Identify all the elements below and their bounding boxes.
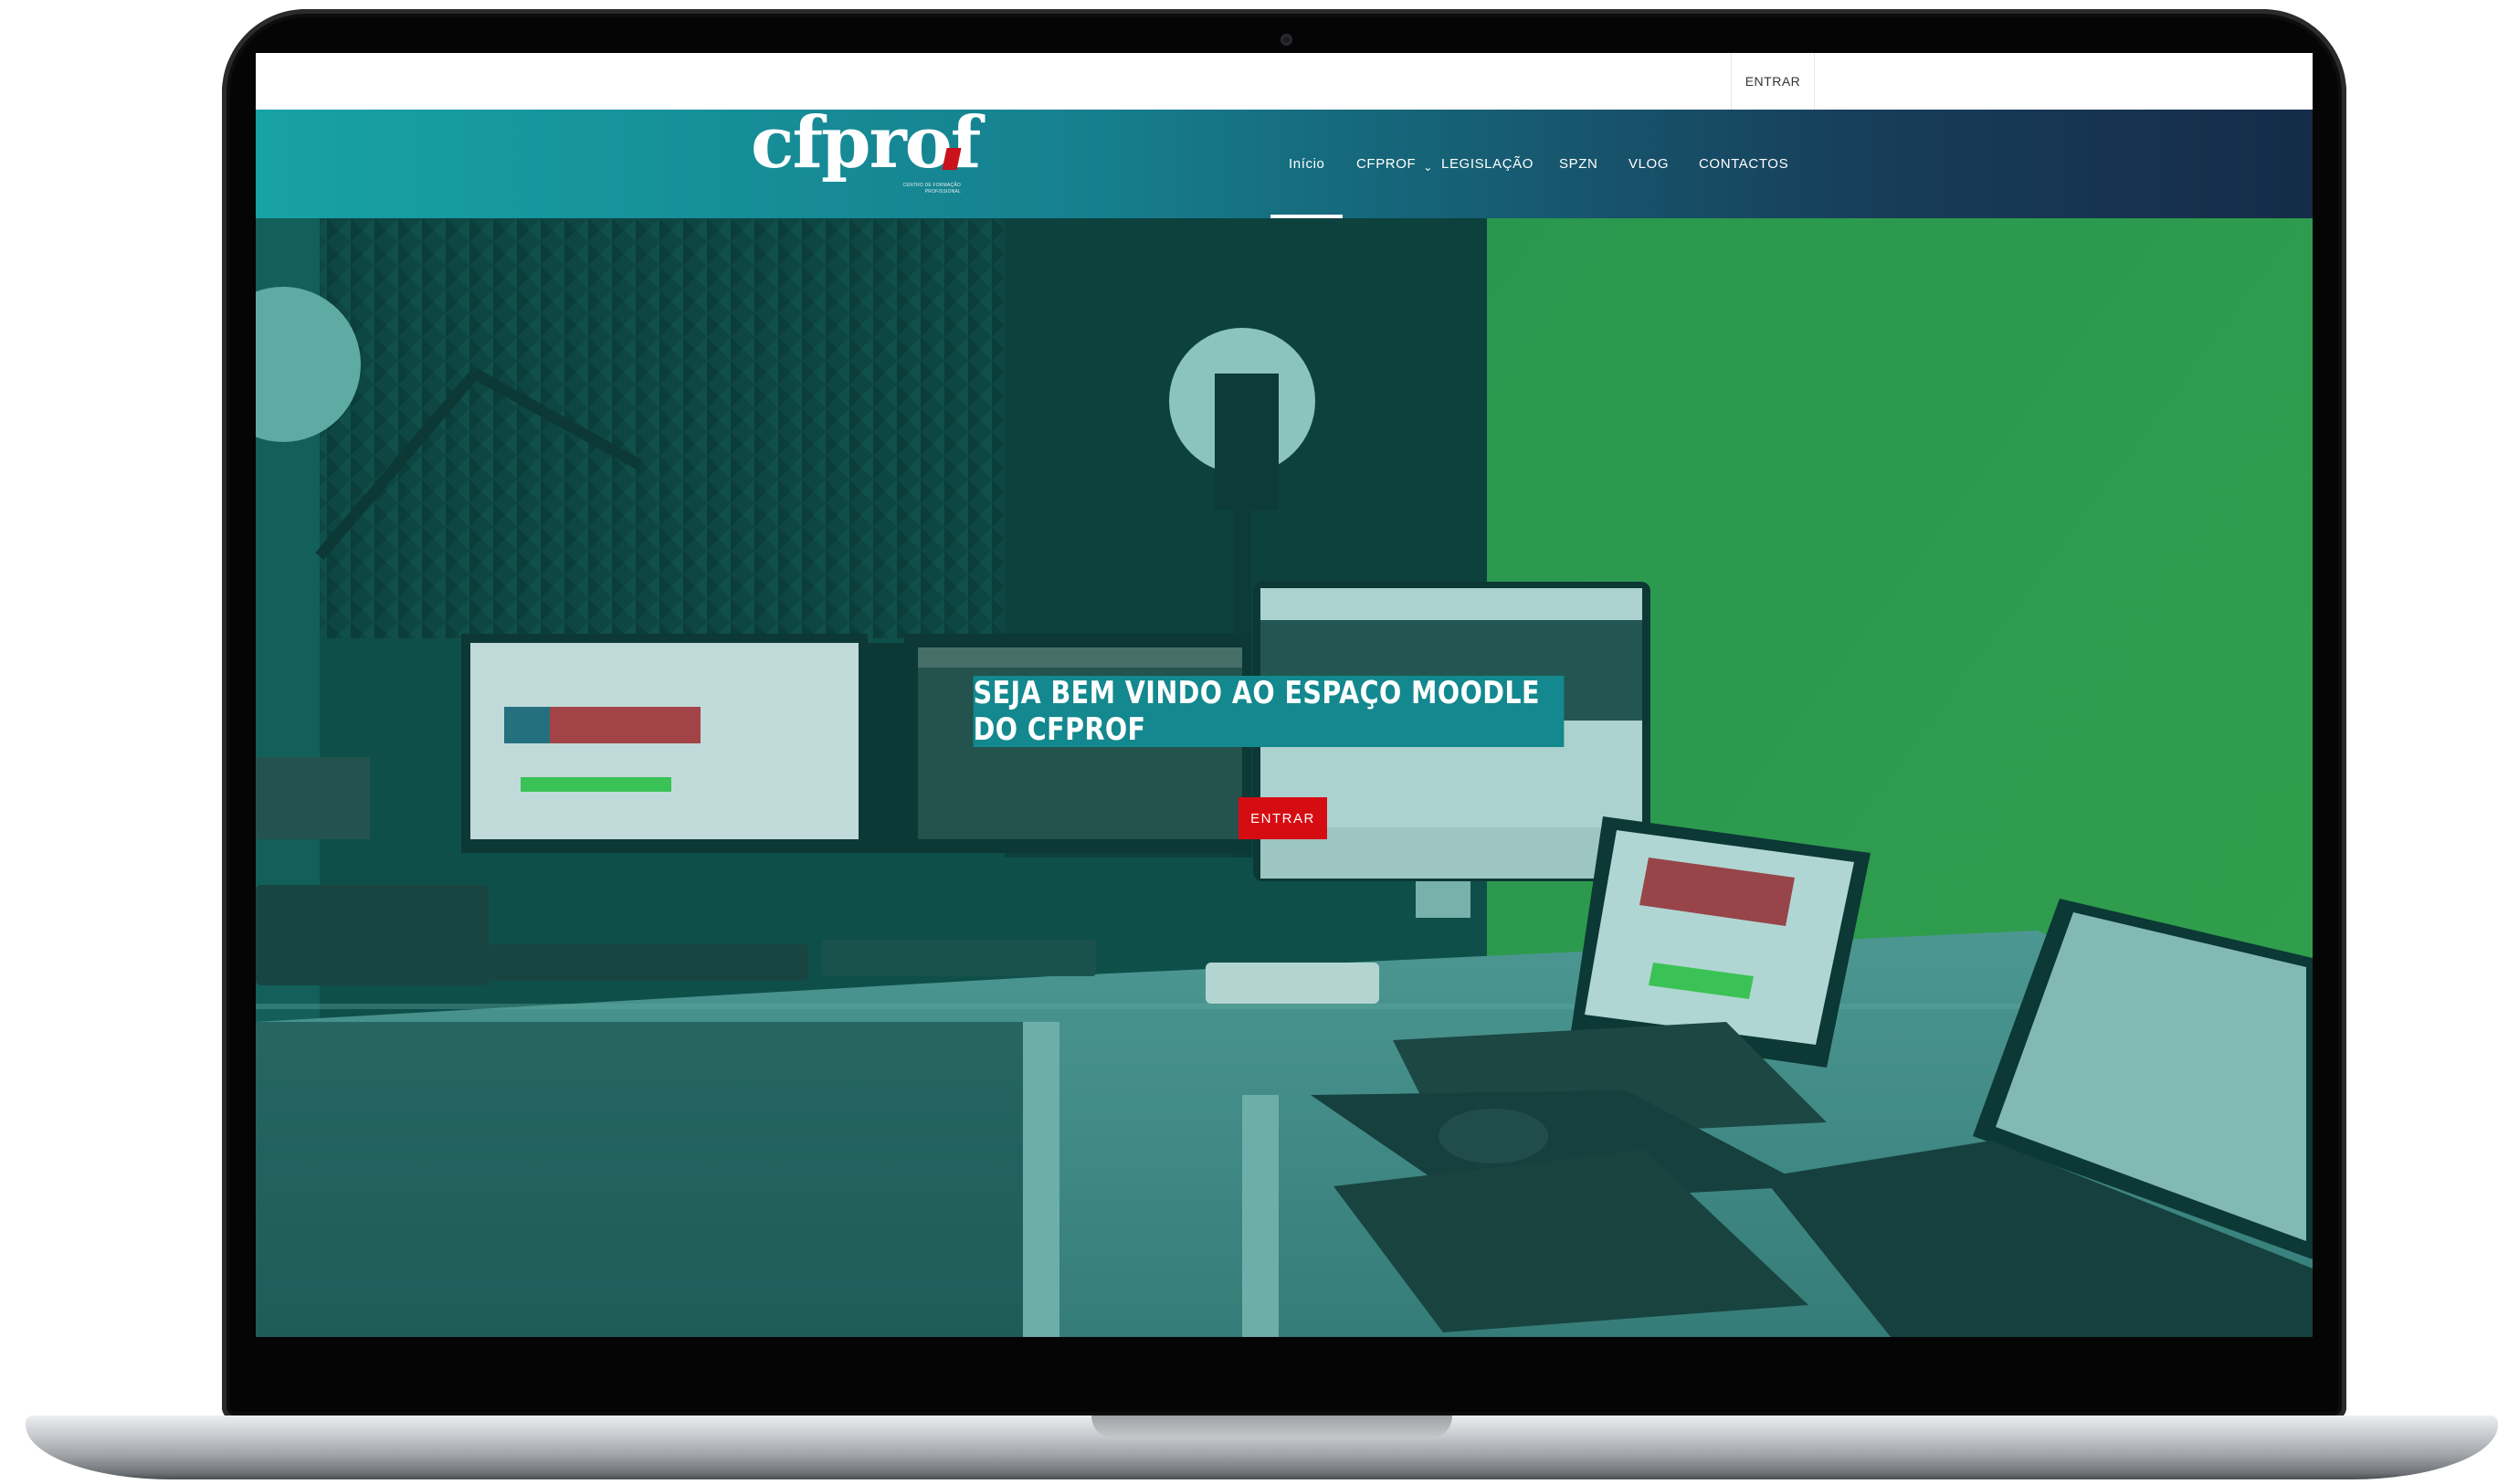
nav-item-label: SPZN: [1559, 156, 1598, 172]
main-navigation: cfprof CENTRO DE FORMAÇÃO PROFISSIONAL I…: [256, 108, 2313, 218]
nav-item-spzn[interactable]: SPZN: [1559, 110, 1597, 218]
top-bar: ENTRAR: [256, 53, 2313, 110]
browser-viewport: ENTRAR cfprof CENTRO DE FORMAÇÃO PROFISS…: [256, 53, 2313, 1337]
nav-item-contactos[interactable]: CONTACTOS: [1699, 110, 1788, 218]
laptop-notch: [1091, 1416, 1452, 1439]
nav-item-legislacao[interactable]: LEGISLAÇÃO: [1441, 110, 1534, 218]
page: ENTRAR cfprof CENTRO DE FORMAÇÃO PROFISS…: [0, 0, 2498, 1484]
nav-item-label: CFPROF: [1356, 156, 1417, 172]
site-logo[interactable]: cfprof CENTRO DE FORMAÇÃO PROFISSIONAL: [751, 108, 981, 205]
logo-tagline: CENTRO DE FORMAÇÃO PROFISSIONAL: [902, 183, 961, 195]
chevron-down-icon: ⌄: [1423, 160, 1433, 174]
hero-enter-button[interactable]: ENTRAR: [1238, 797, 1327, 839]
hero-title: SEJA BEM VINDO AO ESPAÇO MOODLE DO CFPRO…: [973, 675, 1565, 748]
nav-item-label: VLOG: [1628, 156, 1670, 172]
hero-banner: SEJA BEM VINDO AO ESPAÇO MOODLE DO CFPRO…: [256, 218, 2313, 1337]
nav-item-label: CONTACTOS: [1699, 156, 1789, 172]
nav-item-cfprof[interactable]: CFPROF ⌄: [1356, 110, 1433, 218]
hero-studio-photo: [256, 218, 2313, 1337]
nav-item-label: LEGISLAÇÃO: [1441, 156, 1534, 172]
webcam-icon: [1281, 34, 1292, 46]
nav-item-label: Início: [1289, 156, 1325, 172]
nav-item-vlog[interactable]: VLOG: [1628, 110, 1669, 218]
nav-item-inicio[interactable]: Início: [1270, 110, 1344, 218]
top-login-link[interactable]: ENTRAR: [1731, 53, 1815, 110]
